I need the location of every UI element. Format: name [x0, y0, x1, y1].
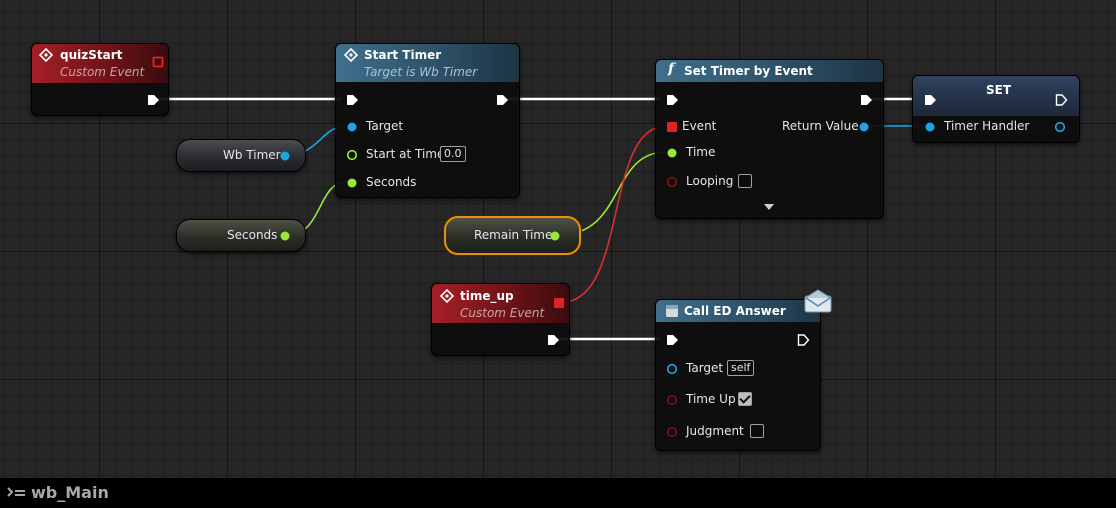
start-at-time-label: Start at Time [366, 147, 445, 161]
start-timer-subtitle: Target is Wb Timer [364, 65, 478, 79]
event-delegate-pin[interactable] [666, 121, 678, 133]
wb-timer-label: Wb Timer [223, 148, 281, 162]
exec-output-pin[interactable] [146, 93, 160, 107]
set-timer-by-event-node[interactable]: f Set Timer by Event Event Return Value … [655, 59, 884, 219]
timeup-title: time_up [460, 289, 514, 303]
seconds-pin[interactable] [346, 177, 358, 189]
event-label: Event [682, 119, 717, 133]
blueprint-status-bar [0, 478, 1116, 508]
judgment-checkbox[interactable] [750, 424, 764, 438]
expand-arrow-icon[interactable] [763, 202, 775, 212]
return-value-label: Return Value [782, 119, 859, 133]
seconds-var-label: Seconds [227, 228, 278, 242]
timer-handler-output-pin[interactable] [1054, 121, 1066, 133]
timeup-header: time_up Custom Event [432, 284, 569, 323]
call-ed-answer-node[interactable]: Call ED Answer Target self Time Up Judgm… [655, 289, 832, 451]
function-icon: f [668, 61, 675, 77]
quizstart-subtitle: Custom Event [60, 65, 145, 79]
judgment-label: Judgment [686, 424, 744, 438]
seconds-output-pin[interactable] [279, 230, 291, 242]
target-label: Target [366, 119, 404, 133]
timer-handler-input-pin[interactable] [924, 121, 936, 133]
judgment-pin[interactable] [666, 426, 678, 438]
time-up-pin[interactable] [666, 394, 678, 406]
quizstart-header: quizStart Custom Event [32, 44, 168, 83]
graph-canvas[interactable]: quizStart Custom Event Start Timer Targe… [0, 0, 1116, 478]
time-up-label: Time Up [686, 392, 736, 406]
set-timer-header: f Set Timer by Event [656, 60, 883, 82]
target-self-input[interactable]: self [727, 360, 755, 376]
wb-timer-variable-node[interactable]: Wb Timer [176, 139, 306, 172]
timeup-subtitle: Custom Event [460, 306, 545, 320]
message-envelope-icon [804, 289, 832, 313]
remain-time-variable-node[interactable]: Remain Time [444, 216, 581, 255]
time-up-checkbox[interactable] [738, 392, 752, 406]
looping-checkbox[interactable] [738, 174, 752, 188]
seconds-variable-node[interactable]: Seconds [176, 219, 306, 252]
event-diamond-icon [39, 48, 53, 62]
timer-handler-label: Timer Handler [944, 119, 1030, 133]
exec-output-pin[interactable] [546, 333, 560, 347]
seconds-label: Seconds [366, 175, 417, 189]
call-ed-header: Call ED Answer [656, 300, 820, 322]
start-timer-title: Start Timer [364, 48, 442, 62]
target-label: Target [686, 361, 724, 375]
quizstart-title: quizStart [60, 48, 123, 62]
remain-time-label: Remain Time [474, 228, 553, 242]
event-call-icon [666, 305, 678, 317]
time-pin[interactable] [666, 147, 678, 159]
target-pin[interactable] [666, 363, 678, 375]
blueprint-title: wb_Main [31, 483, 109, 502]
time-label: Time [686, 145, 716, 159]
target-pin[interactable] [346, 121, 358, 133]
delegate-wire-timeup-event [561, 125, 667, 303]
exec-output-pin[interactable] [1054, 93, 1068, 107]
start-timer-header: Start Timer Target is Wb Timer [336, 44, 519, 82]
exec-input-pin[interactable] [665, 333, 679, 347]
remain-time-output-pin[interactable] [549, 230, 561, 242]
call-ed-title: Call ED Answer [684, 304, 786, 318]
start-at-time-input[interactable]: 0.0 [440, 146, 466, 162]
exec-output-pin[interactable] [495, 93, 509, 107]
blueprint-graph-icon [7, 487, 25, 497]
set-variable-node[interactable]: SET Timer Handler [912, 75, 1080, 143]
quizstart-event-node[interactable]: quizStart Custom Event [31, 43, 169, 116]
exec-input-pin[interactable] [665, 93, 679, 107]
exec-input-pin[interactable] [923, 93, 937, 107]
set-node-title: SET [986, 83, 1012, 97]
exec-input-pin[interactable] [345, 93, 359, 107]
delegate-output-pin[interactable] [553, 297, 565, 309]
return-value-pin[interactable] [858, 121, 870, 133]
function-diamond-icon [344, 48, 358, 62]
event-diamond-icon [440, 289, 454, 303]
looping-pin[interactable] [666, 176, 678, 188]
looping-label: Looping [686, 174, 734, 188]
start-timer-node[interactable]: Start Timer Target is Wb Timer Target St… [335, 43, 520, 198]
delegate-output-pin[interactable] [152, 56, 164, 68]
timeup-event-node[interactable]: time_up Custom Event [431, 283, 570, 356]
wb-timer-output-pin[interactable] [279, 150, 291, 162]
start-at-time-pin[interactable] [346, 149, 358, 161]
exec-output-pin[interactable] [796, 333, 810, 347]
exec-output-pin[interactable] [859, 93, 873, 107]
set-timer-title: Set Timer by Event [684, 64, 813, 78]
